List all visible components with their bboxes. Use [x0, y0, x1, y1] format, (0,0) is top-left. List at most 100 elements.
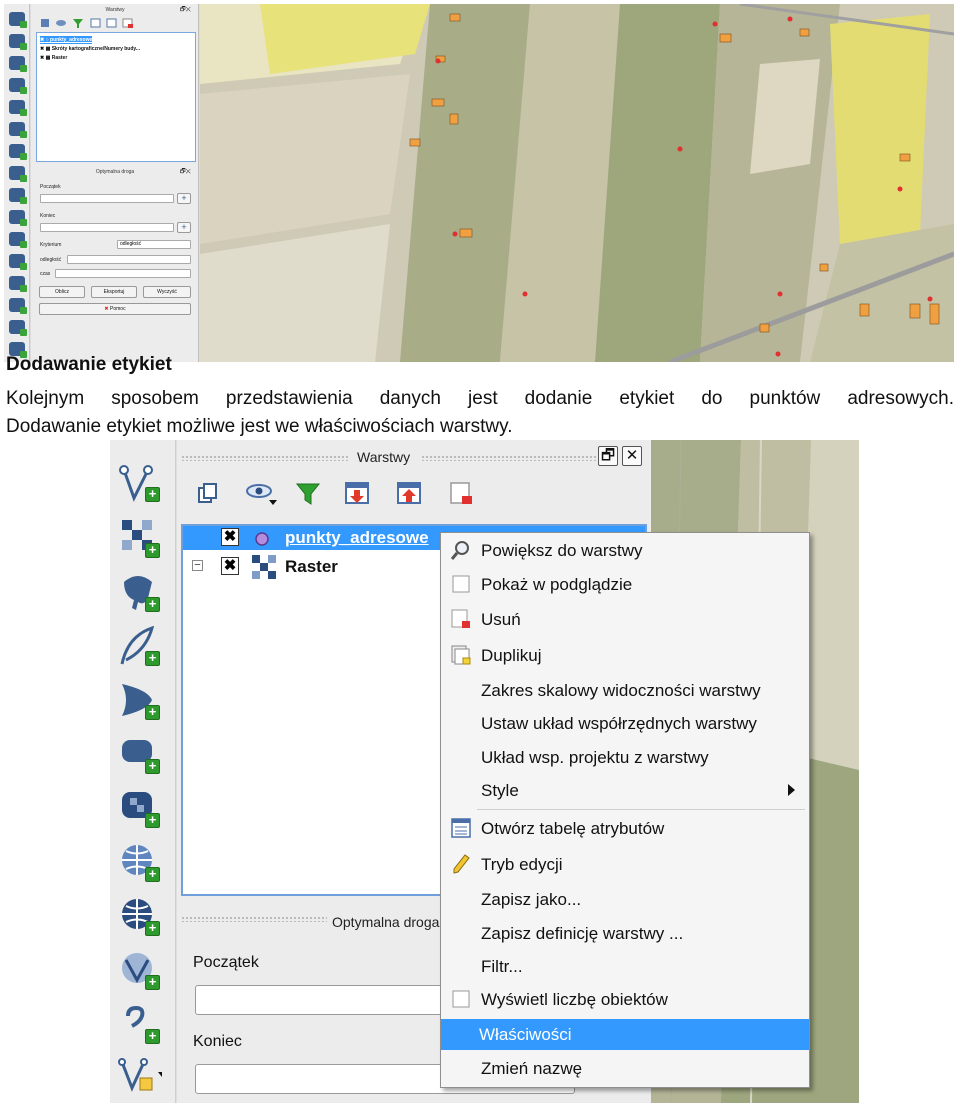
add-db2-layer-icon[interactable]: + [118, 788, 162, 830]
layer-row-punkty[interactable]: ✖ ○ punkty_adresowe [40, 36, 93, 44]
layer-checkbox[interactable]: ✖ [40, 55, 44, 61]
help-icon: ✖ [104, 306, 109, 312]
start-input[interactable] [40, 194, 174, 203]
expand-collapse-toggle[interactable]: − [192, 560, 203, 571]
menu-item-toggle-editing[interactable]: Tryb edycji [443, 849, 807, 880]
menu-item-set-layer-crs[interactable]: Ustaw układ współrzędnych warstwy [443, 708, 807, 739]
layer-checkbox[interactable]: ✖ [40, 46, 44, 52]
layer-checkbox-raster[interactable]: ✖ [221, 557, 239, 575]
add-wcs-layer-icon-2[interactable] [9, 320, 27, 336]
collapse-all-icon[interactable] [396, 480, 422, 506]
add-raster-layer-icon[interactable]: + [118, 518, 162, 560]
add-delimited-text-icon[interactable] [9, 232, 27, 248]
menu-item-project-crs-from-layer[interactable]: Układ wsp. projektu z warstwy [443, 742, 807, 773]
layer-add-toolbar [4, 4, 30, 362]
add-oracle-layer-icon[interactable] [9, 122, 27, 138]
menu-item-show-feature-count[interactable]: Wyświetl liczbę obiektów [443, 984, 807, 1015]
close-dock-button[interactable]: ✕ [622, 446, 642, 466]
add-vector-layer-icon[interactable] [9, 12, 27, 28]
end-label: Koniec [40, 213, 56, 219]
document-page: Warstwy 🗗✕ ✖ ○ punkty_adresowe ✖ ▦ Skrót… [0, 0, 960, 1110]
end-add-button[interactable]: + [177, 222, 191, 233]
menu-item-styles[interactable]: Style [443, 775, 807, 806]
add-plus-icon: + [145, 867, 160, 882]
add-plus-icon: + [145, 1029, 160, 1044]
menu-item-save-as[interactable]: Zapisz jako... [443, 884, 807, 915]
add-wfs-layer-icon[interactable] [9, 210, 27, 226]
menu-item-label: Powiększ do warstwy [481, 541, 643, 560]
distance-label: odległość [40, 257, 62, 263]
layer-name: Raster [51, 55, 68, 61]
layer-checkbox-punkty[interactable]: ✖ [221, 528, 239, 546]
menu-item-scale-visibility[interactable]: Zakres skalowy widoczności warstwy [443, 675, 807, 706]
menu-item-duplicate[interactable]: Duplikuj [443, 640, 807, 671]
add-wcs-layer-icon[interactable]: + [118, 896, 162, 938]
layers-toolbar-icons[interactable] [39, 17, 149, 29]
remove-layer-icon [451, 609, 470, 628]
add-oracle-layer-icon[interactable]: + [118, 734, 162, 776]
paragraph-line-2: Dodawanie etykiet możliwe jest we właści… [6, 416, 513, 437]
route-dock-grip[interactable] [181, 916, 327, 922]
calculate-button[interactable]: Oblicz [39, 286, 85, 298]
add-virtual-layer-icon[interactable] [9, 298, 27, 314]
raster-layer-icon: ▦ [45, 46, 51, 52]
add-spatialite-layer-icon[interactable]: + [118, 625, 162, 668]
add-plus-icon: + [145, 759, 160, 774]
export-button[interactable]: Eksportuj [91, 286, 137, 298]
add-mssql-layer-icon[interactable] [9, 100, 27, 116]
menu-item-rename[interactable]: Zmień nazwę [443, 1053, 807, 1084]
add-db2-layer-icon[interactable] [9, 144, 27, 160]
add-delimited-text-icon[interactable]: + [118, 1004, 162, 1046]
add-plus-icon: + [145, 975, 160, 990]
dock-window-buttons[interactable]: 🗗✕ [180, 6, 196, 14]
start-add-button[interactable]: + [177, 193, 191, 204]
orthophoto-map-canvas[interactable] [200, 4, 954, 362]
add-wfs-layer-icon[interactable]: + [118, 950, 162, 992]
clear-button[interactable]: Wyczyść [143, 286, 191, 298]
zoom-icon [451, 541, 469, 560]
new-layer-dropdown-icon[interactable] [118, 1054, 166, 1096]
add-plus-icon: + [145, 651, 160, 666]
menu-item-filter[interactable]: Filtr... [443, 951, 807, 982]
add-raster-layer-icon[interactable] [9, 34, 27, 50]
help-button[interactable]: ✖ Pomoc [39, 303, 191, 315]
add-spatialite-layer-icon[interactable] [9, 78, 27, 94]
dock-grip-right[interactable] [421, 455, 597, 461]
remove-layer-icon[interactable] [448, 480, 474, 506]
menu-item-save-layer-definition[interactable]: Zapisz definicję warstwy ... [443, 918, 807, 949]
menu-item-remove[interactable]: Usuń [443, 604, 807, 635]
add-group-icon[interactable] [195, 480, 221, 506]
float-dock-button[interactable]: 🗗 [598, 446, 618, 466]
layers-panel-title: Warstwy [357, 449, 411, 465]
layer-row-skroty[interactable]: ✖ ▦ Skróty kartograficzne/Numery budy... [40, 45, 140, 53]
layer-name-punkty[interactable]: punkty_adresowe [285, 528, 429, 548]
menu-item-open-attribute-table[interactable]: Otwórz tabelę atrybutów [443, 813, 807, 844]
route-dock-window-buttons[interactable]: 🗗✕ [180, 168, 196, 176]
menu-item-label: Otwórz tabelę atrybutów [481, 819, 665, 838]
end-input[interactable] [40, 223, 174, 232]
add-wms-layer-icon[interactable] [9, 166, 27, 182]
dock-grip-left[interactable] [181, 455, 349, 461]
add-wms-layer-icon[interactable]: + [118, 842, 162, 884]
criterion-select[interactable]: odległość [117, 240, 191, 249]
route-panel-title: Optymalna droga [332, 914, 440, 930]
expand-all-icon[interactable] [344, 480, 370, 506]
menu-item-label: Tryb edycji [481, 855, 563, 874]
filter-legend-icon[interactable] [295, 480, 321, 506]
menu-item-properties[interactable]: Właściwości [441, 1019, 809, 1050]
add-mssql-layer-icon[interactable]: + [118, 680, 162, 722]
layer-name: Skróty kartograficzne/Numery budy... [51, 46, 140, 52]
new-shapefile-icon[interactable] [9, 254, 27, 270]
menu-item-zoom-to-layer[interactable]: Powiększ do warstwy [443, 535, 807, 566]
layer-row-raster[interactable]: ✖ ▦ Raster [40, 54, 67, 62]
add-postgis-layer-icon[interactable]: + [118, 572, 162, 614]
add-postgis-layer-icon[interactable] [9, 56, 27, 72]
add-vector-layer-icon[interactable]: + [118, 462, 162, 504]
add-wcs-layer-icon[interactable] [9, 188, 27, 204]
body-paragraph: Kolejnym sposobem przedstawienia danych … [6, 385, 954, 441]
layer-checkbox[interactable]: ✖ [40, 37, 44, 43]
manage-visibility-icon[interactable] [245, 480, 279, 506]
new-spatialite-icon[interactable] [9, 276, 27, 292]
menu-item-show-in-overview[interactable]: Pokaż w podglądzie [443, 569, 807, 600]
layer-name-raster[interactable]: Raster [285, 557, 338, 577]
